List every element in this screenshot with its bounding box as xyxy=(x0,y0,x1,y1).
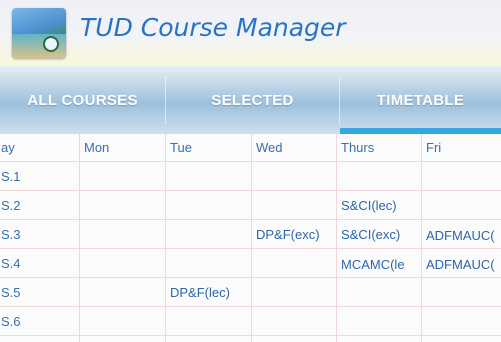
timetable-cell[interactable] xyxy=(421,308,501,336)
tab-timetable[interactable]: TIMETABLE xyxy=(340,66,501,134)
tab-all-courses[interactable]: ALL COURSES xyxy=(0,66,165,134)
timetable-cell[interactable] xyxy=(79,192,165,220)
slot-label: S.4 xyxy=(0,250,79,278)
timetable-cell[interactable] xyxy=(421,192,501,220)
grid-line xyxy=(79,134,80,342)
timetable-cell[interactable]: MCAMC(le xyxy=(336,250,421,278)
timetable-cell[interactable] xyxy=(251,163,336,191)
grid-line xyxy=(165,134,166,342)
header-thurs: Thurs xyxy=(336,134,421,162)
header-tue: Tue xyxy=(165,134,251,162)
timetable-cell[interactable]: ADFMAUC( xyxy=(421,221,501,249)
app-title: TUD Course Manager xyxy=(80,13,346,42)
header-mon: Mon xyxy=(79,134,165,162)
timetable-cell[interactable] xyxy=(421,279,501,307)
timetable-cell[interactable]: ADFMAUC( xyxy=(421,250,501,278)
title-bar: TUD Course Manager xyxy=(0,0,501,66)
timetable-cell[interactable] xyxy=(165,192,251,220)
slot-label: S.6 xyxy=(0,308,79,336)
grid-line xyxy=(421,134,422,342)
slot-label: S.1 xyxy=(0,163,79,191)
timetable-cell[interactable] xyxy=(165,308,251,336)
slot-label: S.3 xyxy=(0,221,79,249)
timetable-cell[interactable] xyxy=(336,279,421,307)
timetable-cell[interactable] xyxy=(336,308,421,336)
timetable-cell[interactable]: DP&F(exc) xyxy=(251,221,336,249)
timetable-cell[interactable] xyxy=(421,163,501,191)
timetable-cell[interactable] xyxy=(79,250,165,278)
header-day: ay xyxy=(0,134,79,162)
header-fri: Fri xyxy=(421,134,501,162)
grid-line xyxy=(251,134,252,342)
timetable-cell[interactable] xyxy=(79,308,165,336)
timetable-cell[interactable] xyxy=(251,250,336,278)
timetable-cell[interactable]: S&CI(exc) xyxy=(336,221,421,249)
timetable-grid: ay Mon Tue Wed Thurs Fri S.1 S.2 S&CI(le… xyxy=(0,134,501,342)
header-wed: Wed xyxy=(251,134,336,162)
timetable-cell[interactable] xyxy=(79,279,165,307)
app-logo-icon xyxy=(12,8,66,58)
slot-label: S.5 xyxy=(0,279,79,307)
timetable-cell[interactable] xyxy=(251,192,336,220)
tab-bar: ALL COURSES SELECTED TIMETABLE xyxy=(0,66,501,134)
timetable-cell[interactable]: S&CI(lec) xyxy=(336,192,421,220)
timetable-cell[interactable]: DP&F(lec) xyxy=(165,279,251,307)
timetable-cell[interactable] xyxy=(336,163,421,191)
timetable-cell[interactable] xyxy=(251,279,336,307)
timetable-cell[interactable] xyxy=(165,221,251,249)
timetable-cell[interactable] xyxy=(79,221,165,249)
grid-line xyxy=(336,134,337,342)
tab-selected[interactable]: SELECTED xyxy=(166,66,339,134)
timetable-cell[interactable] xyxy=(79,163,165,191)
timetable-cell[interactable] xyxy=(165,163,251,191)
slot-label: S.2 xyxy=(0,192,79,220)
timetable-cell[interactable] xyxy=(251,308,336,336)
timetable-cell[interactable] xyxy=(165,250,251,278)
